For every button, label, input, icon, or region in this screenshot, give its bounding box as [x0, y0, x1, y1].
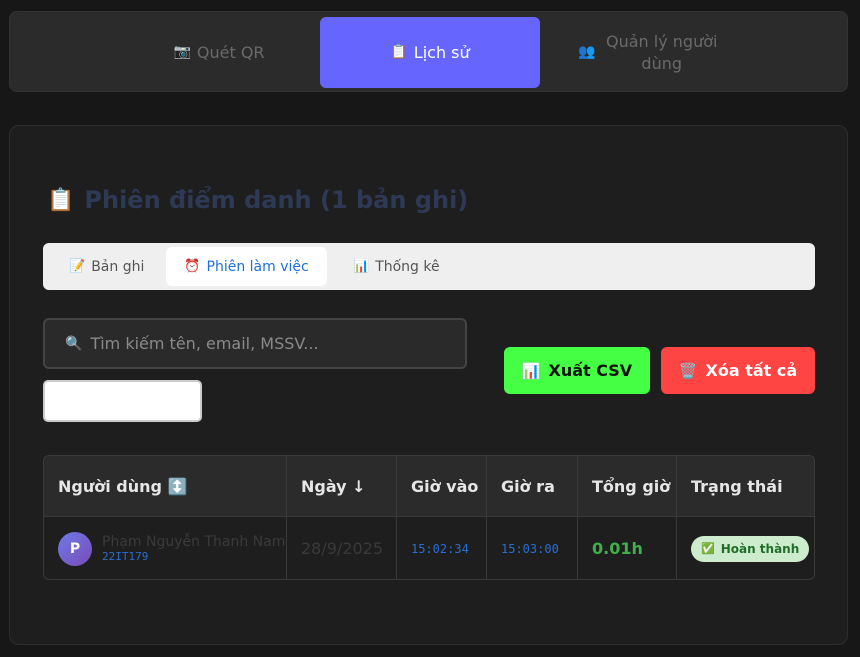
subtab-sessions-label: Phiên làm việc	[206, 258, 309, 275]
subtab-records[interactable]: 📝 Bản ghi	[69, 247, 144, 286]
column-header-user[interactable]: Người dùng ↕️	[44, 456, 287, 517]
tab-history[interactable]: 📋 Lịch sử	[320, 17, 540, 88]
subtab-sessions[interactable]: ⏰ Phiên làm việc	[166, 247, 327, 286]
tab-user-management-label: Quản lý người dùng	[606, 31, 718, 73]
bar-chart-icon: 📊	[353, 259, 370, 274]
search-placeholder: Tìm kiếm tên, email, MSSV...	[90, 334, 319, 353]
users-icon: 👥	[578, 44, 596, 61]
sessions-table: Người dùng ↕️ Ngày ↓ Giờ vào Giờ ra Tổng…	[43, 455, 815, 580]
column-header-date[interactable]: Ngày ↓	[287, 456, 397, 517]
status-label: Hoàn thành	[720, 541, 800, 556]
clipboard-icon: 📋	[47, 187, 75, 213]
clear-all-button[interactable]: 🗑️ Xóa tất cả	[661, 347, 815, 394]
tab-history-label: Lịch sử	[413, 42, 470, 62]
cell-total-hours: 0.01h	[578, 517, 677, 579]
trash-icon: 🗑️	[678, 361, 698, 380]
avatar: P	[58, 531, 92, 566]
subtab-records-label: Bản ghi	[91, 258, 145, 275]
cell-time-in: 15:02:34	[397, 517, 487, 579]
column-header-total-hours: Tổng giờ	[578, 456, 677, 517]
cell-status: ✅ Hoàn thành	[677, 517, 814, 579]
subtab-statistics[interactable]: 📊 Thống kê	[353, 247, 440, 286]
cell-date: 28/9/2025	[287, 517, 397, 579]
total-hours-value: 0.01h	[592, 539, 643, 558]
search-input[interactable]: 🔍 Tìm kiếm tên, email, MSSV...	[43, 318, 467, 369]
table-header: Người dùng ↕️ Ngày ↓ Giờ vào Giờ ra Tổng…	[44, 456, 814, 517]
tab-scan-qr-label: Quét QR	[196, 42, 265, 62]
status-badge: ✅ Hoàn thành	[691, 535, 810, 562]
time-out-value: 15:03:00	[501, 541, 559, 556]
main-card: 📋 Phiên điểm danh (1 bản ghi) 📝 Bản ghi …	[9, 125, 848, 645]
subtab-statistics-label: Thống kê	[375, 258, 440, 275]
column-header-status: Trạng thái	[691, 477, 783, 496]
column-header-time-in: Giờ vào	[397, 456, 487, 517]
time-in-value: 15:02:34	[411, 541, 469, 556]
clear-all-label: Xóa tất cả	[705, 361, 798, 380]
export-csv-label: Xuất CSV	[548, 361, 633, 380]
export-csv-button[interactable]: 📊 Xuất CSV	[504, 347, 650, 394]
sub-tabs: 📝 Bản ghi ⏰ Phiên làm việc 📊 Thống kê	[43, 243, 815, 290]
tab-scan-qr[interactable]: 📷 Quét QR	[120, 17, 318, 88]
column-header-time-out: Giờ ra	[487, 456, 578, 517]
date-filter-input[interactable]	[43, 380, 202, 422]
top-nav: 📷 Quét QR 📋 Lịch sử 👥 Quản lý người dùng	[9, 11, 848, 92]
date-value: 28/9/2025	[301, 539, 384, 558]
camera-icon: 📷	[173, 44, 191, 61]
cell-user: P Phạm Nguyễn Thanh Nam 22IT179	[44, 517, 287, 579]
user-name: Phạm Nguyễn Thanh Nam	[102, 533, 286, 550]
check-mark-icon: ✅	[701, 542, 715, 555]
cell-time-out: 15:03:00	[487, 517, 578, 579]
tab-user-management[interactable]: 👥 Quản lý người dùng	[550, 17, 750, 88]
search-icon: 🔍	[65, 335, 83, 352]
page-title: 📋 Phiên điểm danh (1 bản ghi)	[47, 186, 468, 214]
bar-chart-icon: 📊	[521, 361, 541, 380]
page-title-text: Phiên điểm danh (1 bản ghi)	[84, 186, 469, 214]
clipboard-icon: 📋	[390, 44, 408, 61]
memo-icon: 📝	[69, 259, 86, 274]
alarm-clock-icon: ⏰	[184, 259, 201, 274]
student-id: 22IT179	[102, 549, 149, 563]
